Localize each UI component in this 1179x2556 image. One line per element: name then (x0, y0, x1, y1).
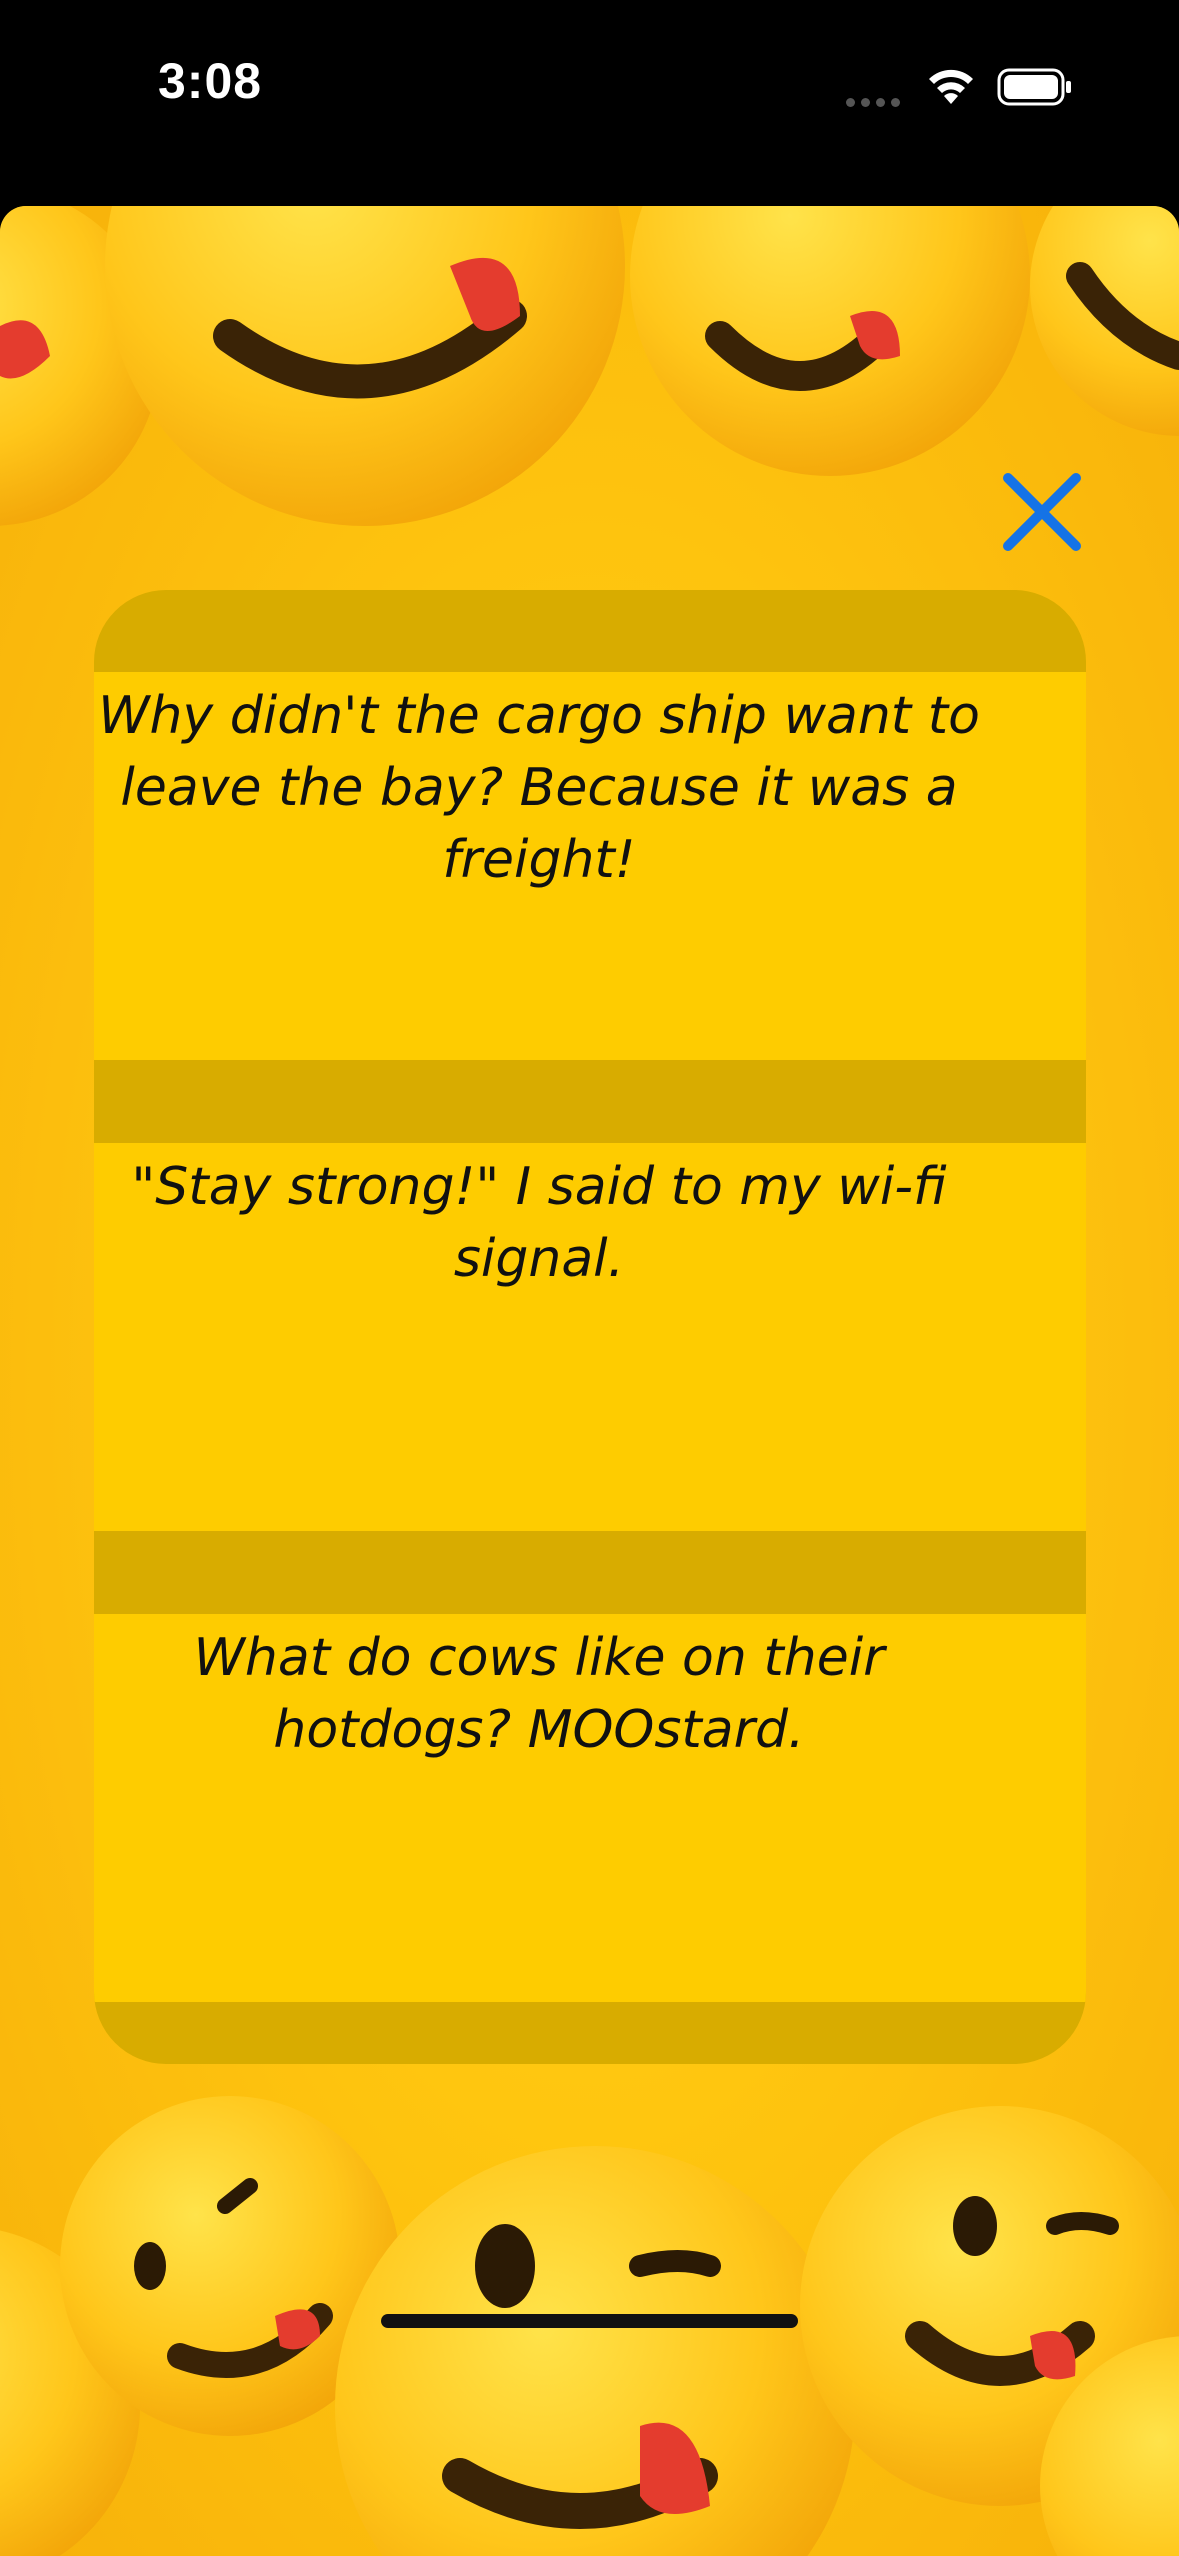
battery-icon (997, 68, 1071, 106)
home-indicator[interactable] (381, 2314, 798, 2328)
joke-text: "Stay strong!" I said to my wi-fi signal… (131, 1157, 947, 1289)
joke-cell[interactable]: "Stay strong!" I said to my wi-fi signal… (94, 1143, 1086, 1531)
close-button[interactable] (998, 468, 1086, 556)
status-time: 3:08 (158, 53, 263, 109)
jokes-sheet: Why didn't the cargo ship want to leave … (0, 206, 1179, 2556)
status-bar: 3:08 (0, 0, 1179, 206)
joke-list[interactable]: Why didn't the cargo ship want to leave … (94, 590, 1086, 2064)
joke-text: What do cows like on their hotdogs? MOOs… (193, 1628, 885, 1760)
joke-cell[interactable]: What do cows like on their hotdogs? MOOs… (94, 1614, 1086, 2002)
joke-text: Why didn't the cargo ship want to leave … (98, 686, 980, 890)
close-x-icon (1003, 473, 1081, 551)
wifi-icon (929, 69, 973, 104)
joke-cell[interactable]: Why didn't the cargo ship want to leave … (94, 672, 1086, 1060)
cellular-signal-icon (846, 94, 906, 112)
